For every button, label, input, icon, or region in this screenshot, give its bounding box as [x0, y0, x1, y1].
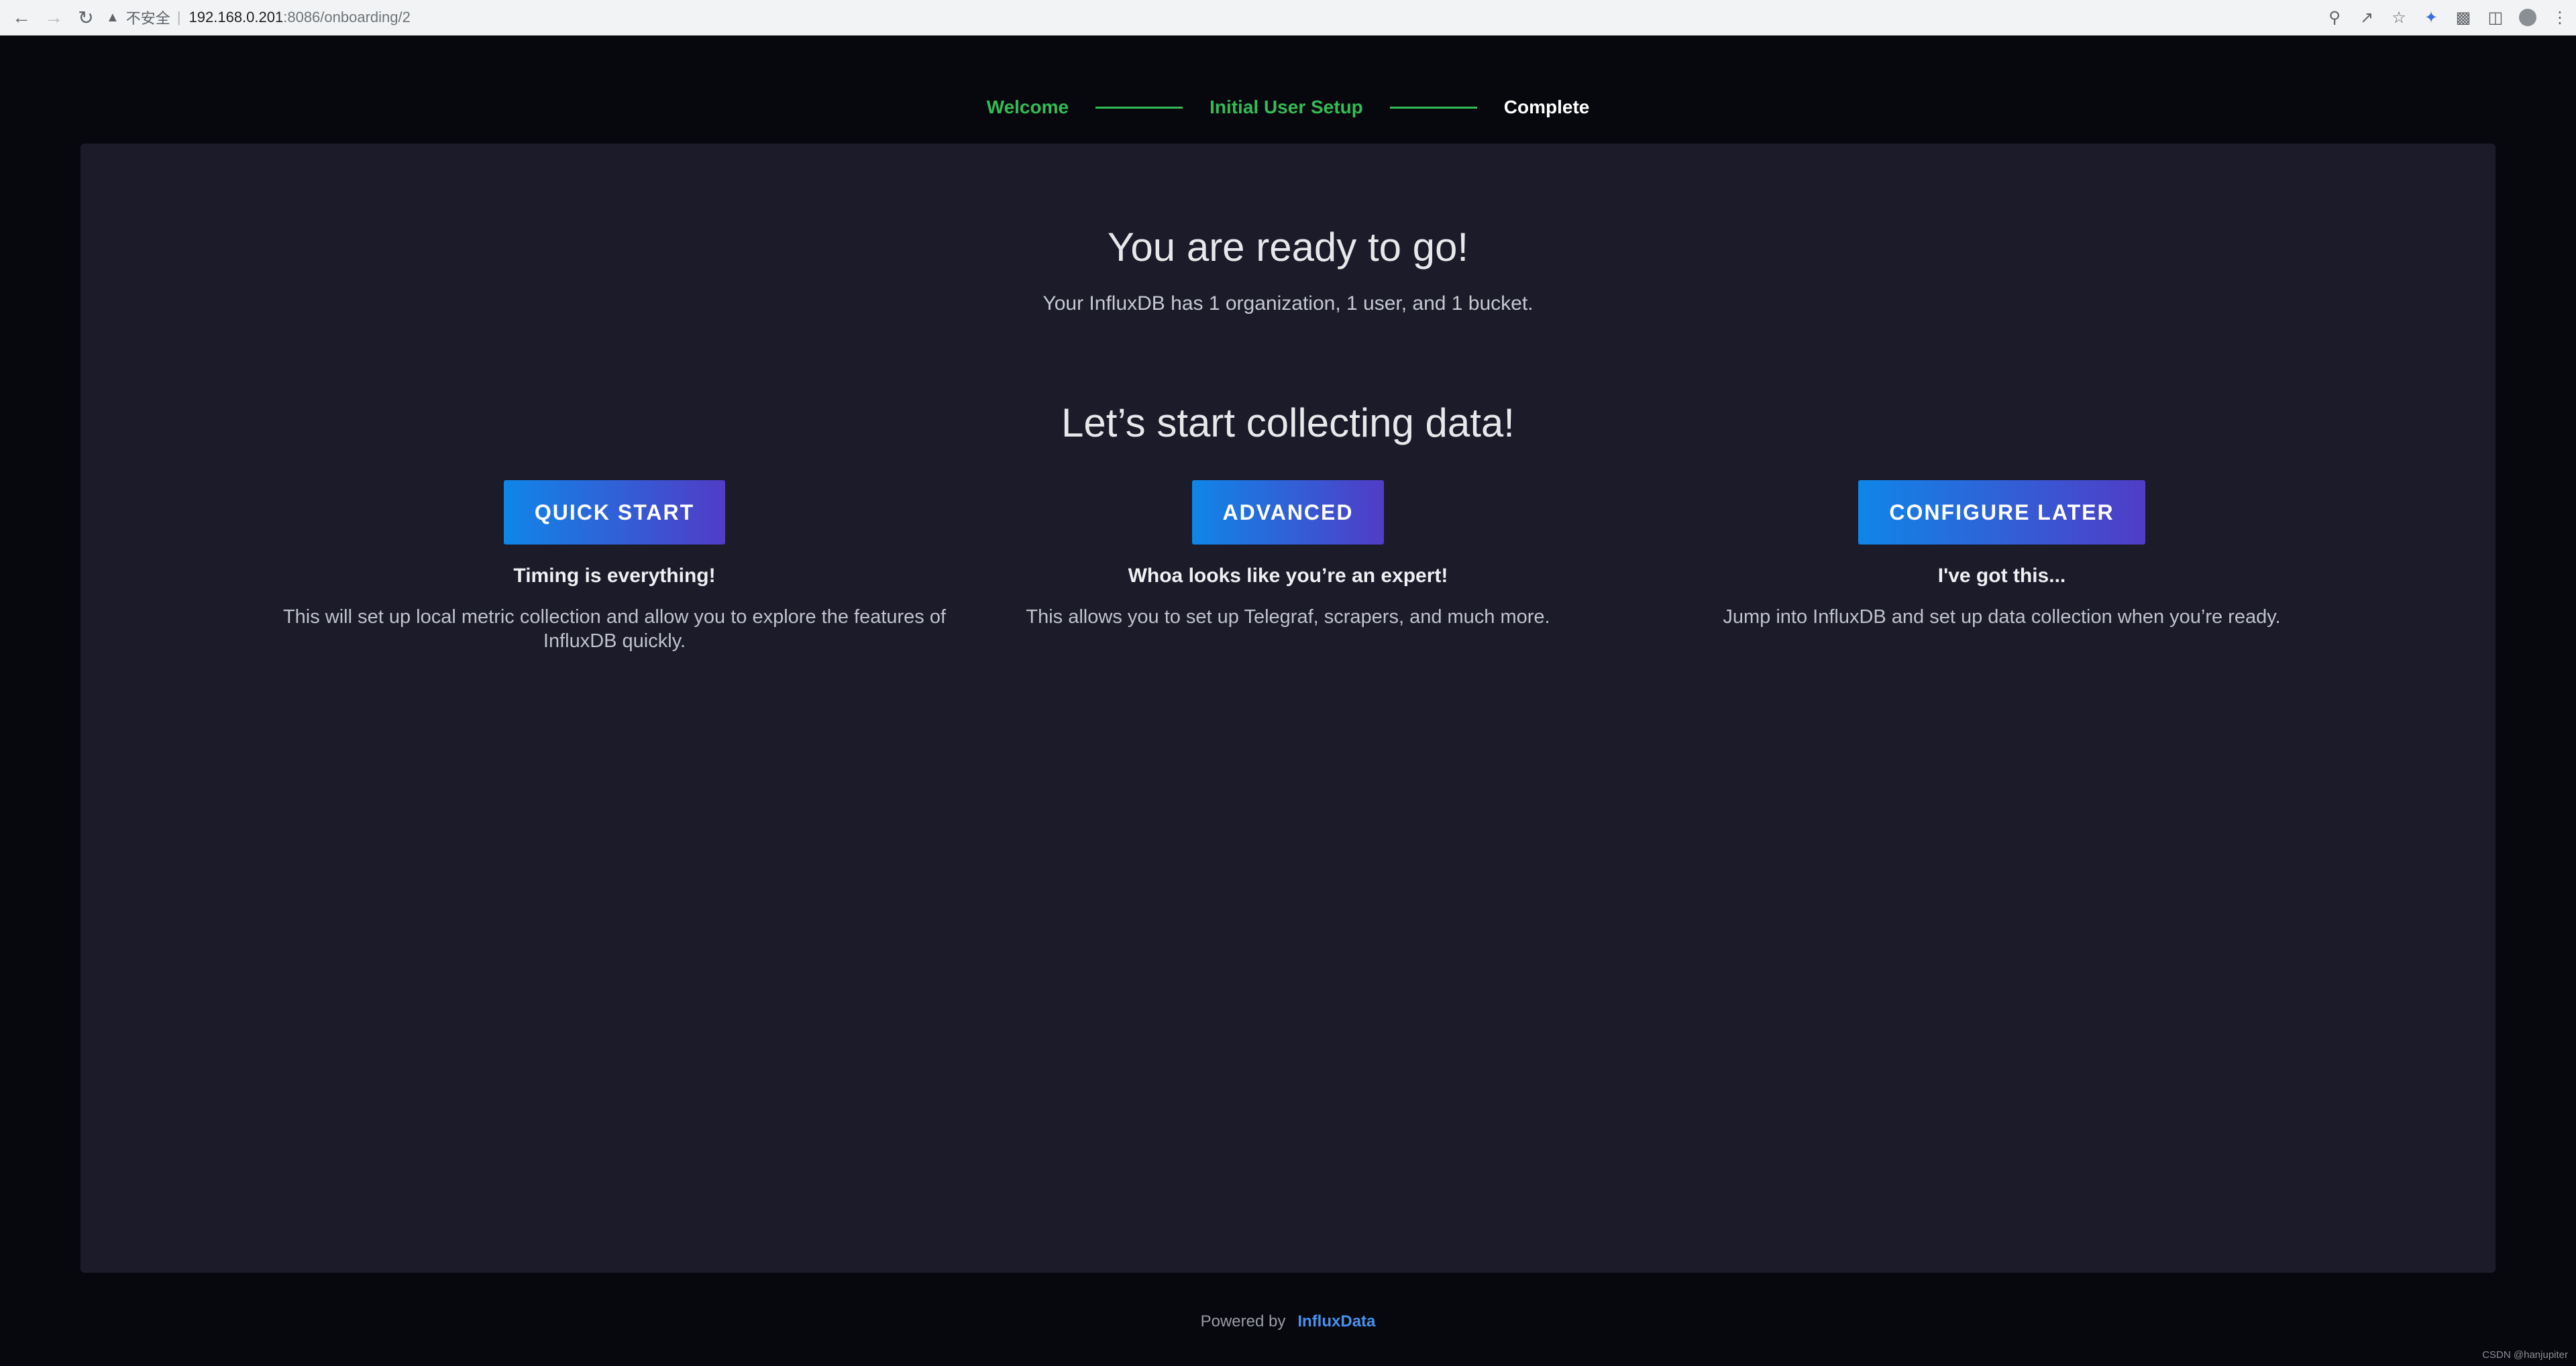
side-panel-icon[interactable]: ◫: [2479, 0, 2512, 35]
powered-by-label: Powered by: [1200, 1312, 1286, 1330]
url-separator: |: [176, 9, 181, 25]
browser-actions: ⚲ ↗ ☆ ✦ ▩ ◫ ⋮: [2318, 0, 2576, 35]
configure-later-option: CONFIGURE LATER I've got this... Jump in…: [1646, 480, 2357, 629]
address-bar[interactable]: ▲ 不安全 | 192.168.0.201:8086/onboarding/2: [106, 5, 2293, 30]
option-heading: Timing is everything!: [513, 565, 716, 587]
watermark: CSDN @hanjupiter: [2482, 1349, 2568, 1361]
back-icon[interactable]: ←: [5, 0, 38, 35]
option-heading: I've got this...: [1937, 565, 2066, 587]
browser-toolbar: ← → ↻ ▲ 不安全 | 192.168.0.201:8086/onboard…: [0, 0, 2576, 36]
extension-app-icon[interactable]: ✦: [2415, 0, 2447, 35]
menu-icon[interactable]: ⋮: [2544, 0, 2576, 35]
profile-icon[interactable]: [2512, 0, 2544, 35]
influxdata-link[interactable]: InfluxData: [1297, 1312, 1375, 1330]
warning-icon: ▲: [106, 9, 119, 25]
option-description: This allows you to set up Telegraf, scra…: [1026, 606, 1550, 628]
advanced-option: ADVANCED Whoa looks like you’re an exper…: [932, 480, 1644, 629]
puzzle-icon[interactable]: ▩: [2447, 0, 2479, 35]
setup-summary: Your InfluxDB has 1 organization, 1 user…: [1042, 292, 1534, 315]
advanced-button[interactable]: ADVANCED: [1191, 480, 1385, 545]
step-connector: [1389, 106, 1477, 109]
page-title: You are ready to go!: [1107, 225, 1469, 270]
url-path: :8086/onboarding/2: [283, 9, 411, 25]
insecure-label: 不安全: [125, 10, 170, 27]
share-icon[interactable]: ↗: [2351, 0, 2383, 35]
step-welcome: Welcome: [986, 97, 1069, 117]
quick-start-button[interactable]: QUICK START: [503, 480, 726, 545]
footer: Powered by InfluxData: [0, 1312, 2576, 1331]
onboarding-panel: You are ready to go! Your InfluxDB has 1…: [80, 144, 2496, 1273]
configure-later-button[interactable]: CONFIGURE LATER: [1858, 480, 2145, 545]
option-description: This will set up local metric collection…: [282, 606, 947, 652]
option-heading: Whoa looks like you’re an expert!: [1128, 565, 1448, 587]
collect-data-title: Let’s start collecting data!: [1061, 400, 1515, 445]
star-icon[interactable]: ☆: [2383, 0, 2415, 35]
quick-start-option: QUICK START Timing is everything! This w…: [259, 480, 970, 653]
nav-buttons: ← → ↻: [5, 0, 102, 35]
step-connector: [1095, 106, 1183, 109]
key-icon[interactable]: ⚲: [2318, 0, 2351, 35]
option-description: Jump into InfluxDB and set up data colle…: [1723, 606, 2281, 628]
forward-icon[interactable]: →: [38, 0, 70, 35]
reload-icon[interactable]: ↻: [70, 0, 102, 35]
step-complete: Complete: [1503, 97, 1590, 117]
url-host: 192.168.0.201: [189, 9, 284, 25]
step-initial-user-setup: Initial User Setup: [1210, 97, 1363, 117]
onboarding-steps: Welcome Initial User Setup Complete: [0, 94, 2576, 121]
